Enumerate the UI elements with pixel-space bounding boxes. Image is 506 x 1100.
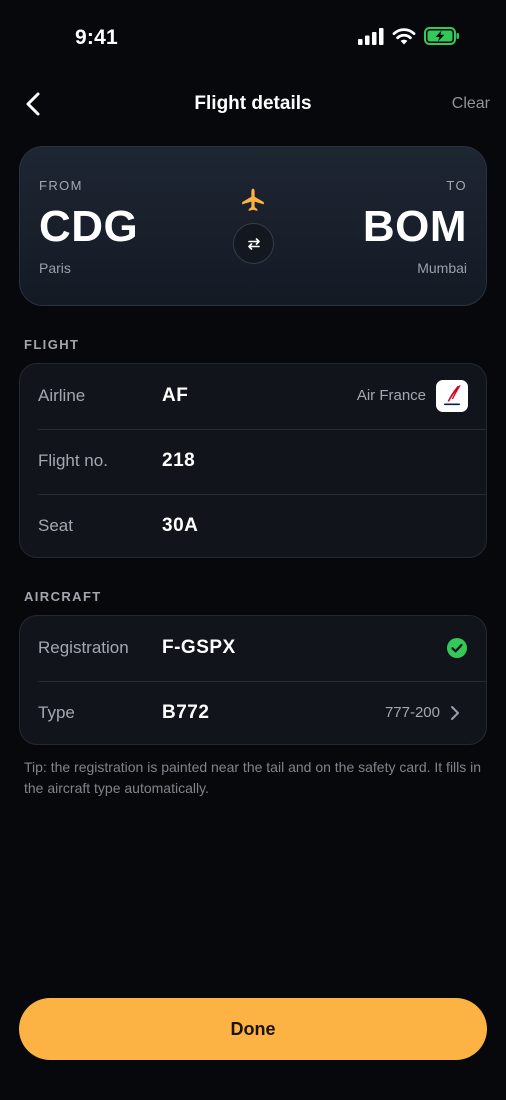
registration-value: F-GSPX: [162, 637, 236, 658]
flight-number-value: 218: [162, 450, 196, 471]
flight-number-label: Flight no.: [38, 451, 108, 470]
origin-code[interactable]: CDG: [39, 202, 138, 252]
origin-city: Paris: [39, 260, 71, 276]
destination-code[interactable]: BOM: [363, 202, 467, 252]
status-time: 9:41: [75, 26, 118, 49]
flight-number-row[interactable]: Flight no. 218: [20, 429, 486, 494]
type-value: B772: [162, 702, 210, 723]
battery-charging-icon: [424, 27, 459, 45]
aircraft-section-header: AIRCRAFT: [24, 589, 102, 604]
type-row[interactable]: Type B772 777-200: [20, 681, 486, 744]
swap-arrows-icon: [247, 237, 260, 250]
clear-button[interactable]: Clear: [452, 95, 490, 113]
registration-row[interactable]: Registration F-GSPX: [20, 616, 486, 681]
registration-label: Registration: [38, 638, 129, 657]
cellular-signal-icon: [358, 27, 384, 45]
aircraft-group: Registration F-GSPX Type B772 777-200: [19, 615, 487, 745]
flight-section-header: FLIGHT: [24, 337, 80, 352]
airplane-icon: [242, 188, 264, 211]
to-label: TO: [446, 178, 467, 193]
check-circle-icon: [447, 638, 467, 658]
seat-value: 30A: [162, 515, 199, 536]
done-button[interactable]: Done: [19, 998, 487, 1060]
airline-name: Air France: [356, 387, 426, 404]
status-icons: [358, 27, 460, 45]
status-bar: 9:41: [0, 0, 506, 70]
type-label: Type: [38, 703, 75, 722]
wifi-icon: [392, 28, 416, 45]
airline-logo: [436, 380, 468, 412]
flight-group: Airline AF Air France Flight no. 218 Sea…: [19, 363, 487, 558]
seat-row[interactable]: Seat 30A: [20, 494, 486, 557]
airline-row[interactable]: Airline AF Air France: [20, 364, 486, 429]
airline-label: Airline: [38, 386, 86, 405]
airline-code: AF: [162, 385, 189, 406]
nav-bar: Flight details Clear: [0, 80, 506, 128]
type-model: 777-200: [384, 704, 440, 721]
swap-route-button[interactable]: [233, 223, 274, 264]
page-title: Flight details: [194, 93, 312, 114]
tip-text: Tip: the registration is painted near th…: [24, 759, 482, 796]
seat-label: Seat: [38, 516, 73, 535]
destination-city: Mumbai: [417, 260, 467, 276]
air-france-logo-icon: [444, 385, 461, 406]
from-label: FROM: [39, 178, 83, 193]
chevron-right-icon: [451, 706, 459, 720]
route-card: FROM CDG Paris TO BOM Mumbai: [19, 146, 487, 306]
